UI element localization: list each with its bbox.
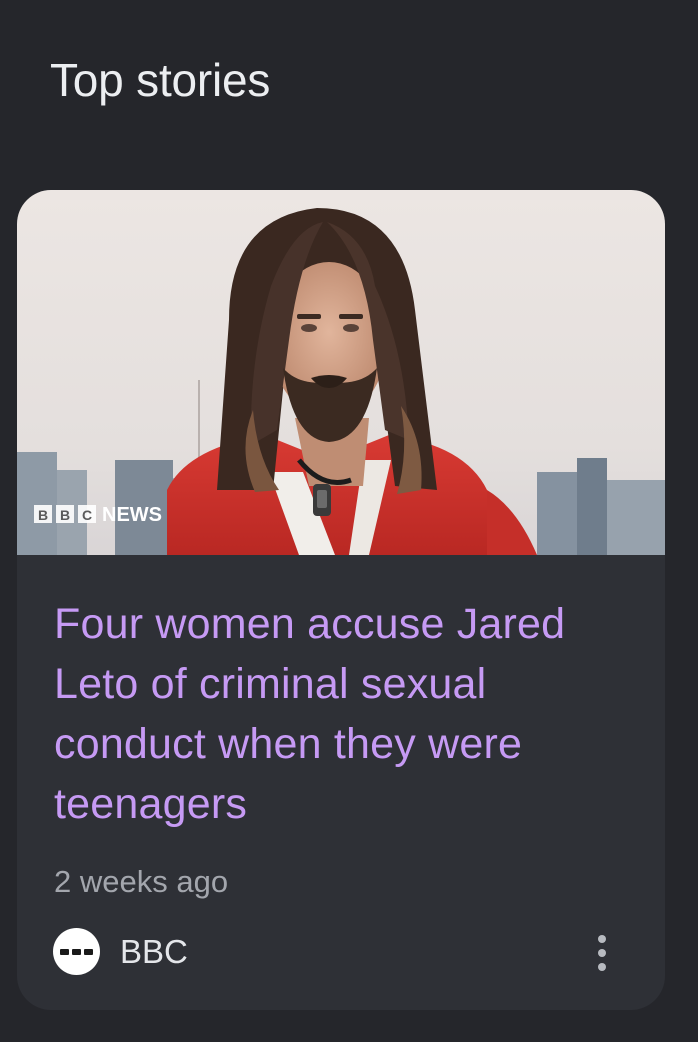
source-name[interactable]: BBC <box>120 932 188 972</box>
story-timestamp: 2 weeks ago <box>54 864 229 899</box>
bbc-logo-icon <box>53 928 100 975</box>
more-vert-icon[interactable] <box>584 928 620 978</box>
story-thumbnail[interactable]: B B C NEWS <box>17 190 665 555</box>
svg-text:NEWS: NEWS <box>102 504 162 526</box>
section-title: Top stories <box>50 54 271 106</box>
story-headline[interactable]: Four women accuse Jared Leto of criminal… <box>54 594 634 834</box>
svg-text:B: B <box>38 507 48 523</box>
story-card[interactable]: B B C NEWS Four women accuse Jared Leto … <box>17 190 665 1010</box>
page: Top stories B B C NEWS Four women accuse… <box>0 0 698 1042</box>
svg-text:C: C <box>82 507 92 523</box>
svg-text:B: B <box>60 507 70 523</box>
story-image: B B C NEWS <box>17 190 665 555</box>
